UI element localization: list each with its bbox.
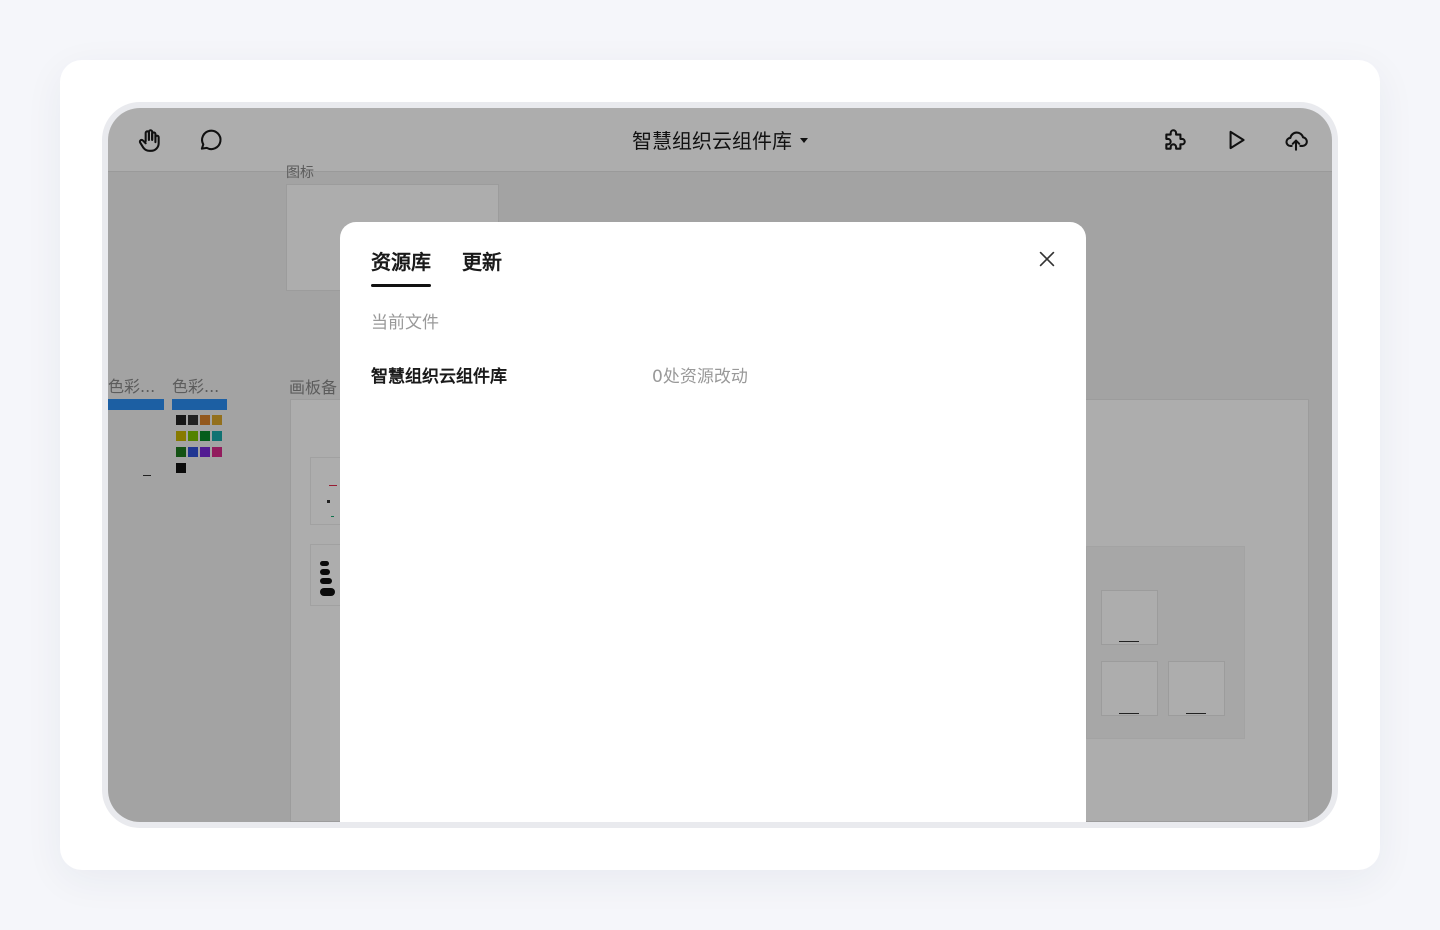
close-icon [1039,251,1055,267]
library-changes: 0处资源改动 [652,367,748,387]
tab-updates[interactable]: 更新 [462,246,502,287]
tab-library[interactable]: 资源库 [371,246,431,287]
close-button[interactable] [1032,244,1062,274]
library-modal: 资源库 更新 当前文件 智慧组织云组件库 0处资源改动 [340,222,1086,822]
app-screen: 智慧组织云组件库 图标 色彩... 色彩... 画板备 资源库 更新 当前文件 … [108,108,1332,822]
library-row[interactable]: 智慧组织云组件库 0处资源改动 [371,362,1055,388]
library-name: 智慧组织云组件库 [371,367,507,387]
section-title: 当前文件 [371,313,439,333]
modal-tabs: 资源库 更新 [371,246,502,287]
